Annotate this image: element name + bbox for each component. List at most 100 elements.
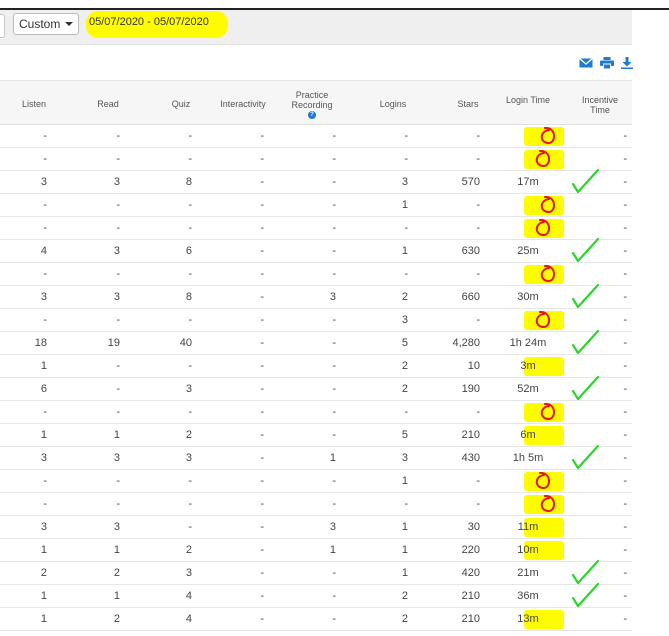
cell-listen: 18 [34, 337, 47, 349]
table-row: - - - - - 3 - - [0, 309, 632, 332]
info-icon[interactable]: ? [308, 111, 316, 119]
column-header-logins[interactable]: Logins [363, 99, 423, 109]
cell-interactivity: - [260, 337, 264, 349]
cell-logins: - [404, 130, 408, 142]
cell-read: - [116, 406, 120, 418]
cell-listen: 4 [40, 245, 47, 257]
cell-incentive: - [623, 360, 627, 372]
column-header-interactivity[interactable]: Interactivity [213, 99, 273, 109]
column-header-login_time[interactable]: Login Time [503, 95, 553, 105]
column-header-practice[interactable]: Practice Recording [287, 90, 337, 110]
cell-practice: - [332, 199, 336, 211]
cell-interactivity: - [260, 360, 264, 372]
table-row: 3 3 - - 3 1 30 11m - [0, 516, 632, 539]
cell-incentive: - [623, 521, 627, 533]
cell-stars: 220 [461, 544, 480, 556]
cell-practice: - [332, 222, 336, 234]
cell-login_time [498, 217, 558, 240]
cell-practice: - [332, 176, 336, 188]
cell-interactivity: - [260, 521, 264, 533]
cell-quiz: 3 [185, 567, 192, 579]
cell-incentive: - [623, 429, 627, 441]
cell-read: 1 [113, 590, 120, 602]
cell-stars: 4,280 [452, 337, 480, 349]
cell-login_time: 1h 5m [512, 452, 544, 464]
cell-practice: - [332, 337, 336, 349]
cell-quiz: 3 [185, 383, 192, 395]
cell-login_time: 36m [517, 590, 539, 602]
cell-login_time: 25m [517, 245, 539, 257]
chevron-down-icon [65, 22, 73, 26]
cell-logins: - [404, 222, 408, 234]
cell-stars: 420 [461, 567, 480, 579]
cell-read: 3 [113, 291, 120, 303]
cell-stars: 190 [461, 383, 480, 395]
cell-listen: 3 [40, 521, 47, 533]
cell-read: 2 [113, 567, 120, 579]
cell-interactivity: - [260, 268, 264, 280]
table-header: Listen Read Quiz Interactivity Practice Reco… [0, 80, 632, 125]
cell-quiz: - [188, 153, 192, 165]
cell-logins: 3 [401, 452, 408, 464]
cell-listen: - [43, 222, 47, 234]
column-header-quiz[interactable]: Quiz [151, 99, 211, 109]
cell-incentive: - [623, 222, 627, 234]
cell-interactivity: - [260, 590, 264, 602]
cell-practice: - [332, 429, 336, 441]
printer-icon[interactable] [600, 57, 614, 69]
cell-logins: 1 [401, 567, 408, 579]
cell-quiz: - [188, 222, 192, 234]
cell-login_time: 3m [520, 360, 536, 372]
cell-stars: 570 [461, 176, 480, 188]
cell-quiz: 2 [185, 544, 192, 556]
cell-incentive: - [623, 544, 627, 556]
envelope-icon[interactable] [579, 57, 593, 69]
cell-login_time: 17m [517, 176, 539, 188]
cell-read: 1 [113, 429, 120, 441]
period-dropdown-label: Custom [19, 17, 61, 31]
cell-interactivity: - [260, 245, 264, 257]
cell-login_time: 21m [517, 567, 539, 579]
toolbar-button-edge[interactable] [0, 14, 5, 38]
cell-read: - [116, 130, 120, 142]
cell-read: 3 [113, 452, 120, 464]
cell-stars: 630 [461, 245, 480, 257]
cell-incentive: - [623, 475, 627, 487]
table-row: 18 19 40 - - 5 4,280 1h 24m - [0, 332, 632, 355]
column-header-incentive[interactable]: Incentive Time [575, 95, 625, 115]
cell-practice: - [332, 475, 336, 487]
period-dropdown[interactable]: Custom [13, 13, 79, 35]
table-row: 1 - - - - 2 10 3m - [0, 355, 632, 378]
table-row: -------- [0, 493, 632, 516]
cell-stars: - [476, 222, 480, 234]
cell-quiz: 2 [185, 429, 192, 441]
download-icon[interactable] [620, 57, 634, 69]
column-header-listen[interactable]: Listen [4, 99, 64, 109]
column-header-read[interactable]: Read [78, 99, 138, 109]
cell-stars: - [476, 153, 480, 165]
cell-quiz: - [188, 475, 192, 487]
cell-listen: - [43, 406, 47, 418]
cell-quiz: - [188, 521, 192, 533]
cell-listen: - [43, 130, 47, 142]
cell-listen: 1 [40, 544, 47, 556]
cell-login_time [498, 148, 558, 171]
cell-listen: - [43, 314, 47, 326]
cell-incentive: - [623, 268, 627, 280]
cell-login_time: 30m [517, 291, 539, 303]
cell-incentive: - [623, 245, 627, 257]
cell-quiz: - [188, 314, 192, 326]
cell-practice: 3 [329, 521, 336, 533]
cell-logins: 1 [401, 199, 408, 211]
cell-practice: - [332, 314, 336, 326]
cell-practice: - [332, 567, 336, 579]
date-range-value: 05/07/2020 - 05/07/2020 [89, 16, 209, 28]
cell-incentive: - [623, 590, 627, 602]
table-row: 2 2 3 - - 1 420 21m - [0, 562, 632, 585]
cell-practice: - [332, 130, 336, 142]
cell-listen: 2 [40, 567, 47, 579]
cell-login_time [498, 309, 558, 332]
column-header-stars[interactable]: Stars [438, 99, 498, 109]
cell-logins: 1 [401, 521, 408, 533]
table-row: -------- [0, 148, 632, 171]
